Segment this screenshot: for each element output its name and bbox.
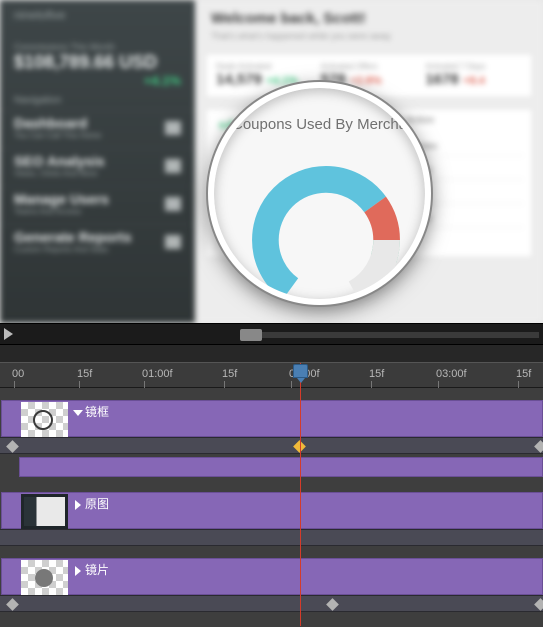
nav-item[interactable]: Manage UsersTeams And Access: [0, 186, 195, 224]
metric-change: +4.1%: [144, 73, 181, 88]
kpi-row: Deals Activated14,579 +4.1%Activated Off…: [205, 53, 533, 98]
nav-item-sub: Teams And Access: [14, 207, 181, 216]
layer[interactable]: 原图: [0, 492, 543, 546]
playhead[interactable]: [300, 363, 301, 626]
nav-item-title: Generate Reports: [14, 229, 181, 245]
chart-title: Coupons Used By Merchant: [232, 116, 425, 133]
layer-name: 原图: [75, 495, 109, 512]
welcome-title: Welcome back, Scott!: [195, 0, 543, 31]
ruler-label: 01:00f: [142, 368, 173, 380]
preview-viewport: ninetofive Commissions This Month $108,7…: [0, 0, 543, 323]
sidebar-metric: Commissions This Month $108,789.66 USD +…: [0, 30, 195, 77]
ruler-label: 03:00f: [436, 368, 467, 380]
keyframe[interactable]: [534, 598, 543, 611]
metric-label: Commissions This Month: [14, 42, 181, 52]
keyframe[interactable]: [534, 440, 543, 453]
scrub-track[interactable]: [240, 332, 539, 338]
disclosure-icon[interactable]: [75, 500, 81, 510]
keyframe[interactable]: [6, 598, 19, 611]
layer[interactable]: 镜框: [0, 400, 543, 480]
nav-item-sub: Custom Reports And Stats: [14, 245, 181, 254]
nav-item[interactable]: Generate ReportsCustom Reports And Stats: [0, 224, 195, 262]
layer-bar[interactable]: 原图: [1, 492, 543, 529]
dashboard-sidebar: ninetofive Commissions This Month $108,7…: [0, 0, 195, 323]
disclosure-icon[interactable]: [73, 410, 83, 416]
donut-chart: [246, 160, 406, 305]
layer-thumbnail: [21, 402, 68, 437]
nav-item-icon: [165, 197, 181, 211]
layer-name: 镜框: [75, 403, 109, 420]
nav-item-icon: [165, 235, 181, 249]
metric-value: $108,789.66 USD: [14, 52, 181, 73]
keyframe-row[interactable]: [0, 529, 543, 546]
ruler-label: 15f: [77, 368, 92, 380]
welcome-subtitle: That's what's happened while you were aw…: [195, 31, 543, 49]
timeline-panel: 镜框原图镜片: [0, 388, 543, 627]
time-ruler[interactable]: 0015f01:00f15f02:00f15f03:00f15f: [0, 362, 543, 388]
layer[interactable]: 镜片: [0, 558, 543, 612]
nav-item-title: Manage Users: [14, 191, 181, 207]
logo: ninetofive: [0, 0, 195, 30]
ruler-label: 15f: [222, 368, 237, 380]
nav-item-title: SEO Analysis: [14, 153, 181, 169]
scrub-knob[interactable]: [240, 329, 262, 341]
playhead-cap[interactable]: [293, 364, 308, 378]
keyframe[interactable]: [6, 440, 19, 453]
layer-bar[interactable]: 镜框: [1, 400, 543, 437]
ruler-label: 15f: [516, 368, 531, 380]
panel-divider: [0, 345, 543, 362]
nav-item-sub: Views, Clicks And More: [14, 169, 181, 178]
nav-item-title: Dashboard: [14, 115, 181, 131]
play-button[interactable]: [4, 328, 13, 340]
layer-name: 镜片: [75, 561, 109, 578]
magnifier-lens: Coupons Used By Merchant: [208, 82, 431, 305]
ruler-label: 00: [12, 368, 24, 380]
keyframe-row[interactable]: [0, 595, 543, 612]
nav-item[interactable]: DashboardYou Can Call This Home: [0, 110, 195, 148]
nav-item[interactable]: SEO AnalysisViews, Clicks And More: [0, 148, 195, 186]
ruler-label: 15f: [369, 368, 384, 380]
layer-thumbnail: [21, 560, 68, 595]
nav-item-sub: You Can Call This Home: [14, 131, 181, 140]
layer-bar[interactable]: 镜片: [1, 558, 543, 595]
keyframe-row[interactable]: [0, 437, 543, 454]
nav-item-icon: [165, 121, 181, 135]
disclosure-icon[interactable]: [75, 566, 81, 576]
nav-item-icon: [165, 159, 181, 173]
keyframe[interactable]: [326, 598, 339, 611]
layer-sub-bar[interactable]: [19, 457, 543, 477]
layer-thumbnail: [21, 494, 68, 529]
kpi: Activated 7 Days1678 +8.4: [425, 62, 522, 89]
playback-bar: [0, 323, 543, 345]
